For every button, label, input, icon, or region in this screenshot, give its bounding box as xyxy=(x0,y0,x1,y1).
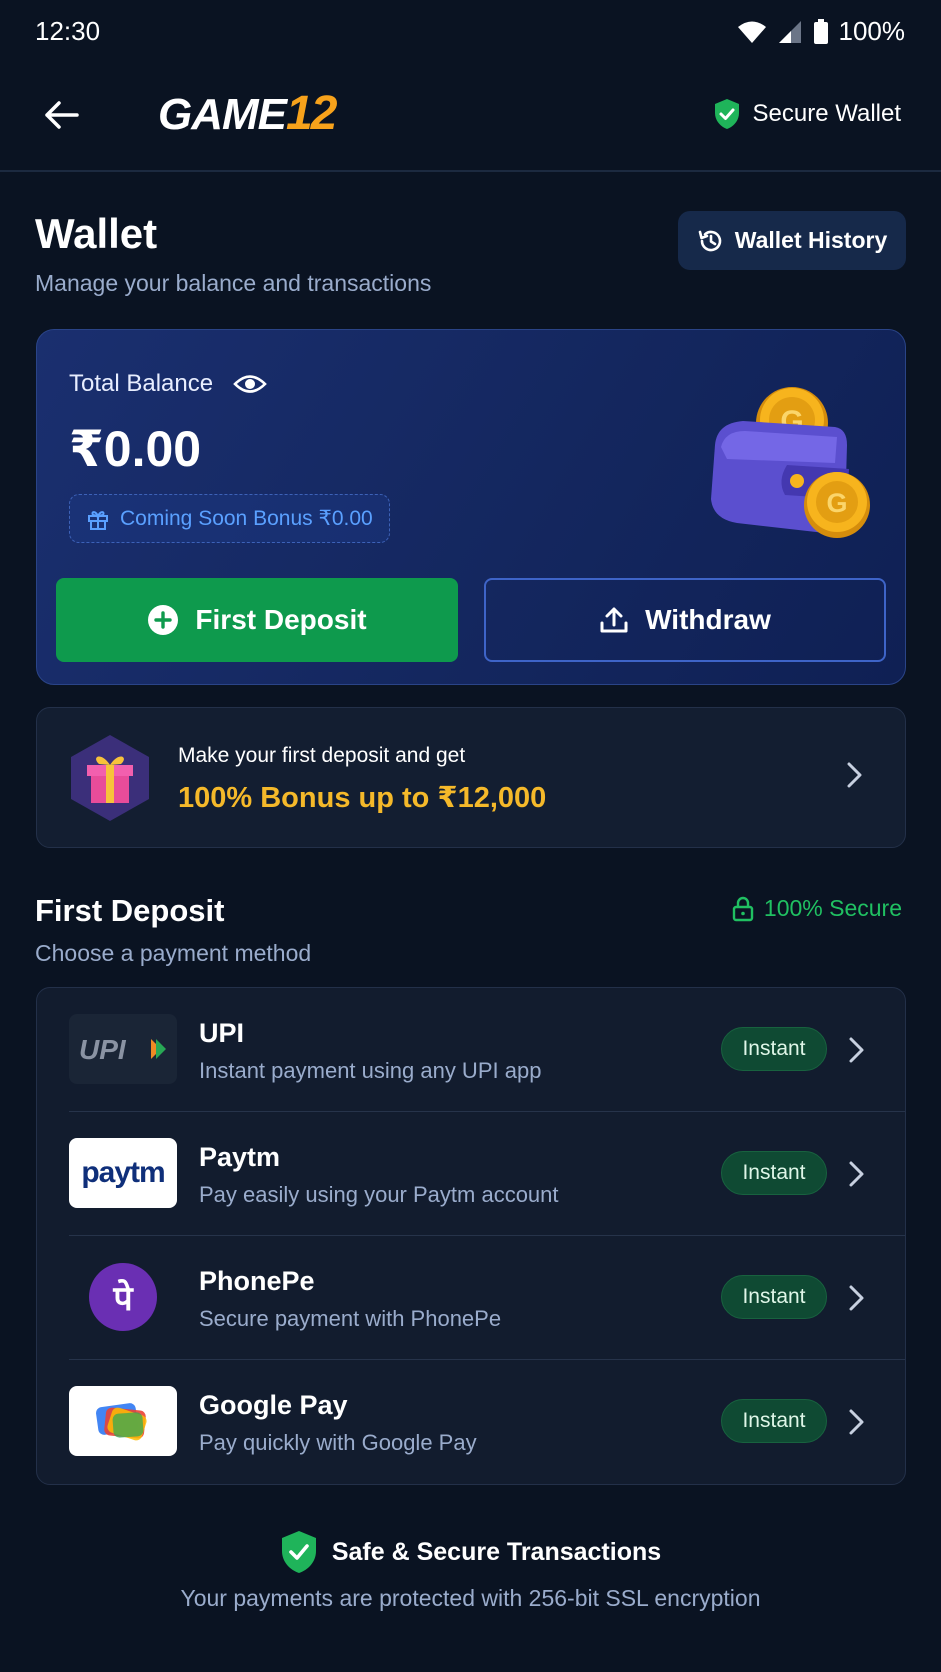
lock-icon xyxy=(732,896,754,921)
page-title: Wallet xyxy=(35,210,158,257)
instant-badge: Instant xyxy=(721,1275,827,1319)
page-subtitle: Manage your balance and transactions xyxy=(35,270,432,296)
method-name: UPI xyxy=(199,1018,245,1048)
gift-box-icon xyxy=(71,735,149,821)
instant-badge: Instant xyxy=(721,1399,827,1443)
first-deposit-button[interactable]: First Deposit xyxy=(56,578,458,662)
status-bar: 12:30 100% xyxy=(0,0,941,62)
withdraw-button[interactable]: Withdraw xyxy=(484,578,886,662)
chevron-right-icon xyxy=(849,1285,864,1311)
wallet-history-button[interactable]: Wallet History xyxy=(678,211,906,270)
shield-check-icon xyxy=(281,1531,316,1573)
secure-wallet-label: Secure Wallet xyxy=(713,98,902,130)
chevron-right-icon xyxy=(849,1037,864,1063)
section-subtitle: Choose a payment method xyxy=(35,940,312,966)
paytm-logo-text: paytm xyxy=(81,1156,165,1189)
total-balance-label: Total Balance xyxy=(69,370,267,398)
payment-method-google-pay[interactable]: Google Pay Pay quickly with Google Pay I… xyxy=(37,1360,905,1484)
chevron-right-icon xyxy=(849,1409,864,1435)
wallet-coins-illustration: G G xyxy=(711,387,870,538)
logo-number: 12 xyxy=(286,87,337,140)
back-button[interactable] xyxy=(36,90,86,140)
plus-circle-icon xyxy=(148,605,179,635)
phonepe-logo: पे xyxy=(69,1262,177,1332)
method-description: Pay quickly with Google Pay xyxy=(199,1430,477,1455)
payment-method-phonepe[interactable]: पे PhonePe Secure payment with PhonePe I… xyxy=(37,1236,905,1360)
method-description: Secure payment with PhonePe xyxy=(199,1306,502,1331)
secure-badge-text: 100% Secure xyxy=(763,895,902,921)
gift-icon xyxy=(88,510,108,530)
app-logo: GAME 12 xyxy=(158,86,337,146)
battery-icon xyxy=(813,18,829,45)
upi-logo-text: UPI xyxy=(79,1034,127,1064)
upi-logo-mark: UPI xyxy=(79,1034,166,1064)
signal-icon xyxy=(777,20,803,44)
status-icons: 100% xyxy=(737,16,906,47)
history-icon xyxy=(698,230,721,251)
footer-title: Safe & Secure Transactions xyxy=(0,1530,941,1574)
instant-badge: Instant xyxy=(721,1027,827,1071)
footer-subtitle: Your payments are protected with 256-bit… xyxy=(180,1585,761,1611)
method-description: Instant payment using any UPI app xyxy=(199,1058,542,1083)
section-title: First Deposit xyxy=(35,893,225,928)
secure-badge: 100% Secure xyxy=(732,895,902,922)
method-description: Pay easily using your Paytm account xyxy=(199,1182,559,1207)
payment-methods-list: UPI UPI Instant payment using any UPI ap… xyxy=(36,987,906,1485)
status-time: 12:30 xyxy=(35,16,101,46)
withdraw-label: Withdraw xyxy=(645,604,771,635)
method-name: PhonePe xyxy=(199,1266,315,1296)
first-deposit-label: First Deposit xyxy=(195,604,367,635)
eye-icon[interactable] xyxy=(233,373,267,395)
google-pay-icon xyxy=(96,1403,147,1441)
logo-text: GAME xyxy=(158,90,287,139)
shield-check-icon xyxy=(714,99,739,129)
instant-badge: Instant xyxy=(721,1151,827,1195)
app-header: GAME 12 Secure Wallet xyxy=(0,62,941,172)
paytm-logo: paytm xyxy=(69,1138,177,1208)
promo-line-1: Make your first deposit and get xyxy=(178,744,466,767)
upi-logo: UPI xyxy=(69,1014,177,1084)
balance-card: Total Balance ₹0.00 Coming Soon Bonus ₹0… xyxy=(36,329,906,685)
phonepe-logo-text: पे xyxy=(113,1279,133,1319)
wallet-history-label: Wallet History xyxy=(734,227,888,253)
bonus-text: Coming Soon Bonus ₹0.00 xyxy=(120,507,373,530)
method-name: Google Pay xyxy=(199,1390,348,1420)
secure-wallet-text: Secure Wallet xyxy=(752,100,902,127)
arrow-left-icon xyxy=(45,101,79,129)
wifi-icon xyxy=(737,20,767,44)
total-balance-text: Total Balance xyxy=(69,370,214,397)
google-pay-logo xyxy=(69,1386,177,1456)
promo-line-2: 100% Bonus up to ₹12,000 xyxy=(178,782,547,814)
bonus-badge: Coming Soon Bonus ₹0.00 xyxy=(69,494,390,543)
payment-method-paytm[interactable]: paytm Paytm Pay easily using your Paytm … xyxy=(37,1112,905,1236)
upload-icon xyxy=(600,607,628,633)
balance-value: ₹0.00 xyxy=(69,421,202,477)
chevron-right-icon xyxy=(849,1161,864,1187)
payment-method-upi[interactable]: UPI UPI Instant payment using any UPI ap… xyxy=(37,988,905,1112)
chevron-right-icon xyxy=(847,762,862,788)
footer-title-text: Safe & Secure Transactions xyxy=(331,1537,662,1566)
battery-percent: 100% xyxy=(838,16,906,46)
bonus-promo-card[interactable]: Make your first deposit and get 100% Bon… xyxy=(36,707,906,848)
method-name: Paytm xyxy=(199,1142,281,1172)
svg-text:G: G xyxy=(826,488,847,518)
